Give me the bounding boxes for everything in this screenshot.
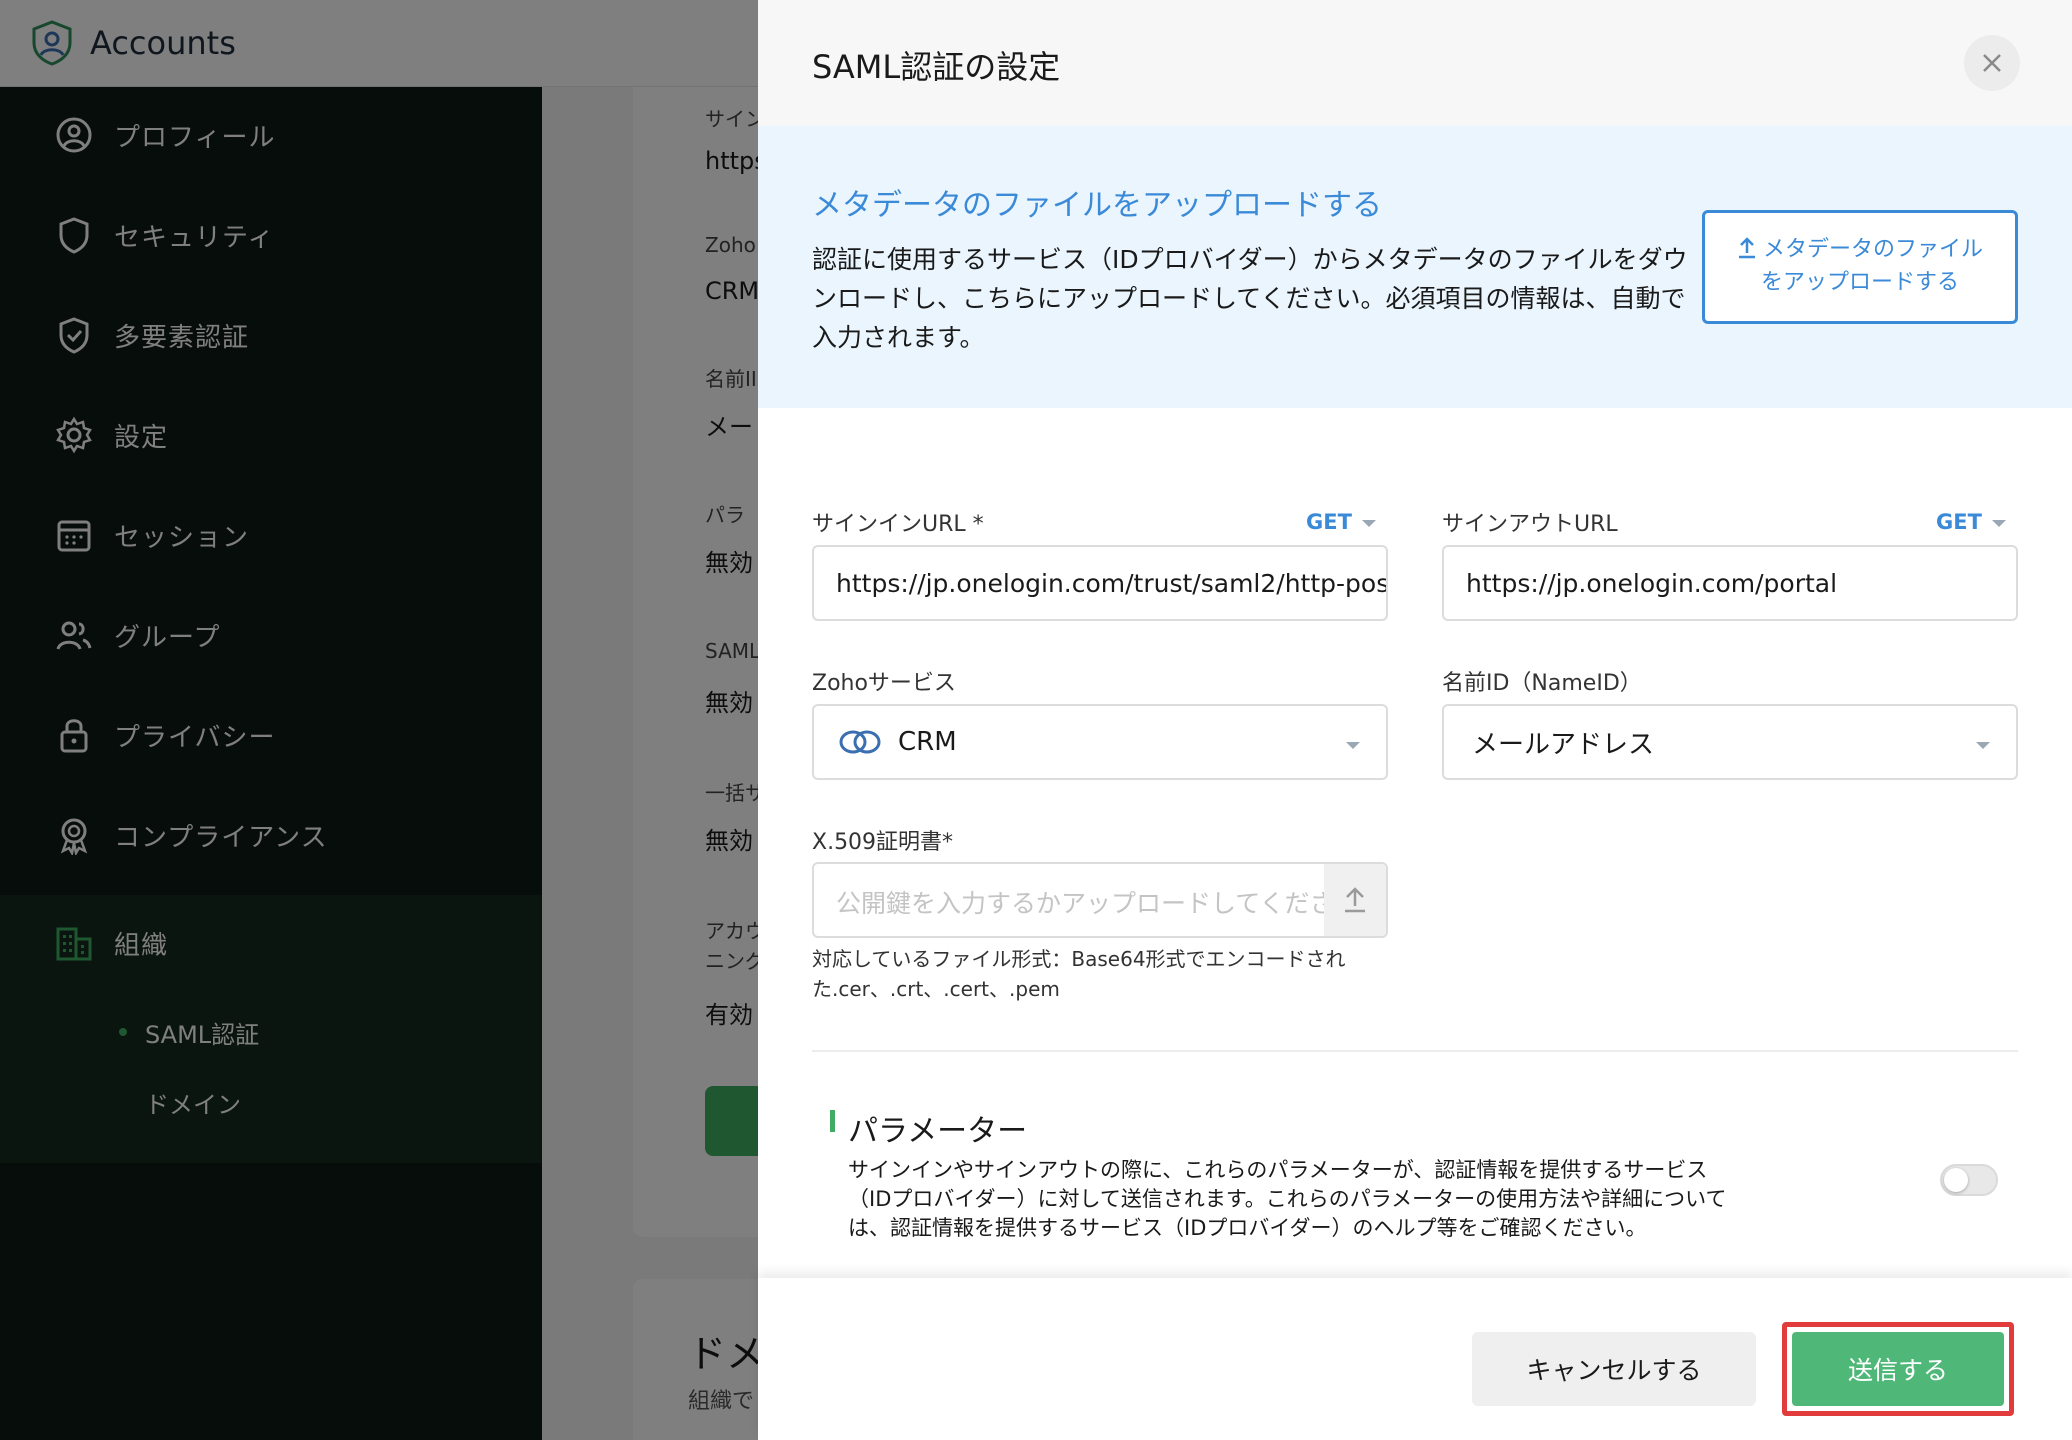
zoho-service-select[interactable]: CRM (812, 704, 1388, 780)
certificate-format-hint: 対応しているファイル形式：Base64形式でエンコードされた.cer、.crt、… (812, 947, 1346, 1001)
upload-button-line2: をアップロードする (1760, 270, 1959, 295)
certificate-upload-button[interactable] (1324, 864, 1386, 936)
cancel-button[interactable]: キャンセルする (1472, 1332, 1756, 1406)
name-id-label: 名前ID（NameID） (1442, 671, 1642, 696)
chevron-down-icon (1361, 520, 1376, 527)
signin-method-label: GET (1306, 510, 1352, 534)
name-id-value: メールアドレス (1472, 729, 1655, 760)
certificate-placeholder: 公開鍵を入力するかアップロードしてください (836, 889, 1336, 918)
certificate-input[interactable]: 公開鍵を入力するかアップロードしてください (812, 862, 1388, 938)
signout-url-input[interactable]: https://jp.onelogin.com/portal (1442, 545, 2018, 621)
certificate-label: X.509証明書* (812, 830, 954, 855)
name-id-select[interactable]: メールアドレス (1442, 704, 2018, 780)
panel-header: SAML認証の設定 (758, 0, 2072, 126)
saml-settings-panel: SAML認証の設定 メタデータのファイルをアップロードする 認証に使用するサービ… (758, 0, 2072, 1440)
chevron-down-icon (1991, 520, 2006, 527)
close-button[interactable] (1964, 35, 2020, 91)
chevron-down-icon (1346, 742, 1360, 749)
signin-url-input[interactable]: https://jp.onelogin.com/trust/saml2/http… (812, 545, 1388, 621)
close-icon (1983, 54, 2001, 72)
chevron-down-icon (1976, 742, 1990, 749)
signin-method-dropdown[interactable]: GET (1306, 510, 1376, 534)
parameters-toggle[interactable] (1940, 1164, 1998, 1196)
crm-icon (839, 730, 881, 754)
modal-backdrop[interactable] (0, 0, 758, 1440)
upload-button-line1: メタデータのファイル (1705, 233, 2015, 266)
toggle-knob (1944, 1168, 1968, 1192)
upload-icon (1738, 237, 1755, 259)
upload-button-label: メタデータのファイル (1762, 237, 1983, 262)
metadata-upload-title: メタデータのファイルをアップロードする (812, 188, 1382, 223)
upload-metadata-button[interactable]: メタデータのファイル をアップロードする (1702, 210, 2018, 324)
section-divider (812, 1050, 2018, 1052)
parameters-description: サインインやサインアウトの際に、これらのパラメーターが、認証情報を提供するサービ… (848, 1158, 1727, 1240)
parameters-title: パラメーター (848, 1114, 1028, 1149)
signout-method-dropdown[interactable]: GET (1936, 510, 2006, 534)
panel-title: SAML認証の設定 (812, 48, 1061, 86)
upload-icon (1345, 887, 1365, 913)
metadata-upload-section: メタデータのファイルをアップロードする 認証に使用するサービス（IDプロバイダー… (758, 126, 2072, 408)
signin-url-label: サインインURL * (812, 512, 984, 537)
zoho-service-value: CRM (898, 727, 957, 757)
signout-url-label: サインアウトURL (1442, 512, 1618, 537)
signout-method-label: GET (1936, 510, 1982, 534)
section-accent-bar (830, 1110, 835, 1132)
submit-button[interactable]: 送信する (1792, 1332, 2004, 1406)
metadata-upload-description: 認証に使用するサービス（IDプロバイダー）からメタデータのファイルをダウンロード… (812, 245, 1688, 352)
zoho-service-label: Zohoサービス (812, 671, 956, 696)
panel-footer: キャンセルする 送信する (758, 1278, 2072, 1440)
